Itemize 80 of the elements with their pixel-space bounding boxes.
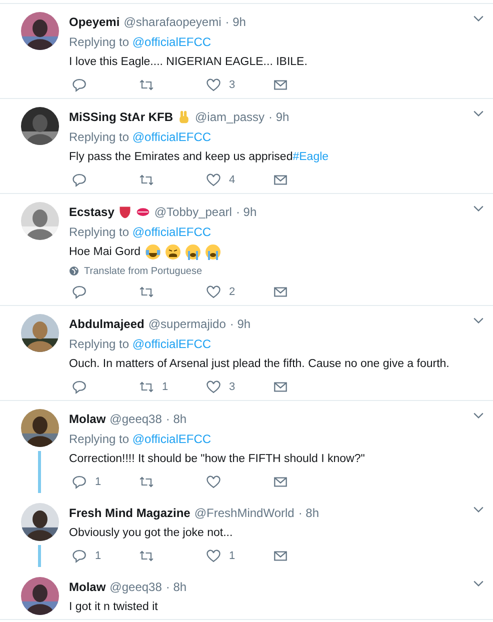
retweet-icon[interactable] bbox=[139, 380, 154, 394]
tweet-text: I got it n twisted it bbox=[69, 601, 158, 613]
envelope-icon[interactable] bbox=[273, 284, 288, 298]
heart-icon[interactable] bbox=[206, 548, 221, 562]
tweet-text: I love this Eagle.... NIGERIAN EAGLE... IBILE. bbox=[69, 56, 308, 68]
user-name[interactable]: Molaw bbox=[69, 412, 106, 426]
chevron-down-icon[interactable] bbox=[472, 15, 484, 22]
like-count: 2 bbox=[229, 286, 236, 298]
like-count: 3 bbox=[229, 78, 236, 90]
like-count: 1 bbox=[229, 550, 236, 562]
reply-icon[interactable] bbox=[72, 548, 87, 562]
reply-count: 1 bbox=[95, 550, 102, 562]
mention-link[interactable]: @officialEFCC bbox=[132, 35, 212, 49]
user-name[interactable]: Molaw bbox=[69, 580, 106, 594]
chevron-down-icon[interactable] bbox=[472, 205, 484, 212]
reply-count: 1 bbox=[95, 476, 102, 488]
user-name[interactable]: Fresh Mind Magazine bbox=[69, 506, 190, 520]
tweet-text: Obviously you got the joke not... bbox=[69, 527, 233, 539]
reply-icon[interactable] bbox=[72, 380, 87, 394]
user-handle[interactable]: @iam_passy bbox=[195, 110, 265, 124]
envelope-icon[interactable] bbox=[273, 380, 288, 394]
user-handle[interactable]: @supermajido bbox=[148, 317, 226, 331]
replying-label: Replying to @officialEFCC bbox=[69, 432, 212, 446]
envelope-icon[interactable] bbox=[273, 548, 288, 562]
like-count: 3 bbox=[229, 380, 236, 392]
user-handle[interactable]: @FreshMindWorld bbox=[194, 506, 294, 520]
reply-icon[interactable] bbox=[72, 172, 87, 186]
retweet-count: 1 bbox=[162, 380, 168, 392]
retweet-icon[interactable] bbox=[139, 78, 154, 92]
tweet-text: Hoe Mai Gord bbox=[69, 246, 141, 258]
chevron-down-icon[interactable] bbox=[472, 317, 484, 324]
mention-link[interactable]: @officialEFCC bbox=[132, 130, 212, 144]
heart-icon[interactable] bbox=[206, 78, 221, 92]
chevron-down-icon[interactable] bbox=[472, 506, 484, 513]
user-name[interactable]: Opeyemi bbox=[69, 15, 120, 29]
reply-icon[interactable] bbox=[72, 78, 87, 92]
retweet-icon[interactable] bbox=[139, 284, 154, 298]
user-name[interactable]: MiSSing StAr KFB bbox=[69, 110, 173, 124]
retweet-icon[interactable] bbox=[139, 474, 154, 488]
post-time[interactable]: · 9h bbox=[225, 15, 246, 29]
retweet-icon[interactable] bbox=[139, 172, 154, 186]
tweet-text: Fly pass the Emirates and keep us apprised#Eagle bbox=[69, 151, 329, 163]
user-name[interactable]: Abdulmajeed bbox=[69, 317, 144, 331]
replying-label: Replying to @officialEFCC bbox=[69, 225, 212, 239]
user-handle[interactable]: @geeq38 bbox=[110, 580, 162, 594]
translate-link[interactable]: Translate from Portuguese bbox=[84, 266, 202, 276]
post-time[interactable]: · 9h bbox=[230, 317, 251, 331]
heart-icon[interactable] bbox=[206, 474, 221, 488]
reply-icon[interactable] bbox=[72, 284, 87, 298]
tweet-text: Correction!!!! It should be "how the FIFTH should I know?" bbox=[69, 453, 365, 465]
reply-icon[interactable] bbox=[72, 474, 87, 488]
user-handle[interactable]: @sharafaopeyemi bbox=[124, 15, 222, 29]
retweet-icon[interactable] bbox=[139, 548, 154, 562]
post-time[interactable]: · 8h bbox=[298, 506, 320, 520]
envelope-icon[interactable] bbox=[273, 474, 288, 488]
post-time[interactable]: · 8h bbox=[166, 580, 187, 594]
heart-icon[interactable] bbox=[206, 284, 221, 298]
replying-label: Replying to @officialEFCC bbox=[69, 130, 212, 144]
post-time[interactable]: · 9h bbox=[268, 110, 290, 124]
chevron-down-icon[interactable] bbox=[472, 412, 484, 419]
tweet-text: Ouch. In matters of Arsenal just plead the fifth. Cause no one give a fourth. bbox=[69, 358, 450, 370]
mention-link[interactable]: @officialEFCC bbox=[132, 432, 212, 446]
replying-label: Replying to @officialEFCC bbox=[69, 35, 212, 49]
mention-link[interactable]: @officialEFCC bbox=[132, 337, 212, 351]
hashtag-link[interactable]: #Eagle bbox=[292, 151, 329, 163]
post-time[interactable]: · 9h bbox=[236, 205, 257, 219]
user-handle[interactable]: @geeq38 bbox=[110, 412, 162, 426]
chevron-down-icon[interactable] bbox=[472, 110, 484, 117]
post-time[interactable]: · 8h bbox=[166, 412, 187, 426]
like-count: 4 bbox=[229, 174, 236, 186]
heart-icon[interactable] bbox=[206, 172, 221, 186]
envelope-icon[interactable] bbox=[273, 172, 288, 186]
envelope-icon[interactable] bbox=[273, 78, 288, 92]
chevron-down-icon[interactable] bbox=[472, 580, 484, 587]
replying-label: Replying to @officialEFCC bbox=[69, 337, 212, 351]
user-name[interactable]: Ecstasy bbox=[69, 205, 114, 219]
globe-icon bbox=[69, 266, 79, 276]
mention-link[interactable]: @officialEFCC bbox=[132, 225, 212, 239]
user-handle[interactable]: @Tobby_pearl bbox=[154, 205, 232, 219]
heart-icon[interactable] bbox=[206, 380, 221, 394]
